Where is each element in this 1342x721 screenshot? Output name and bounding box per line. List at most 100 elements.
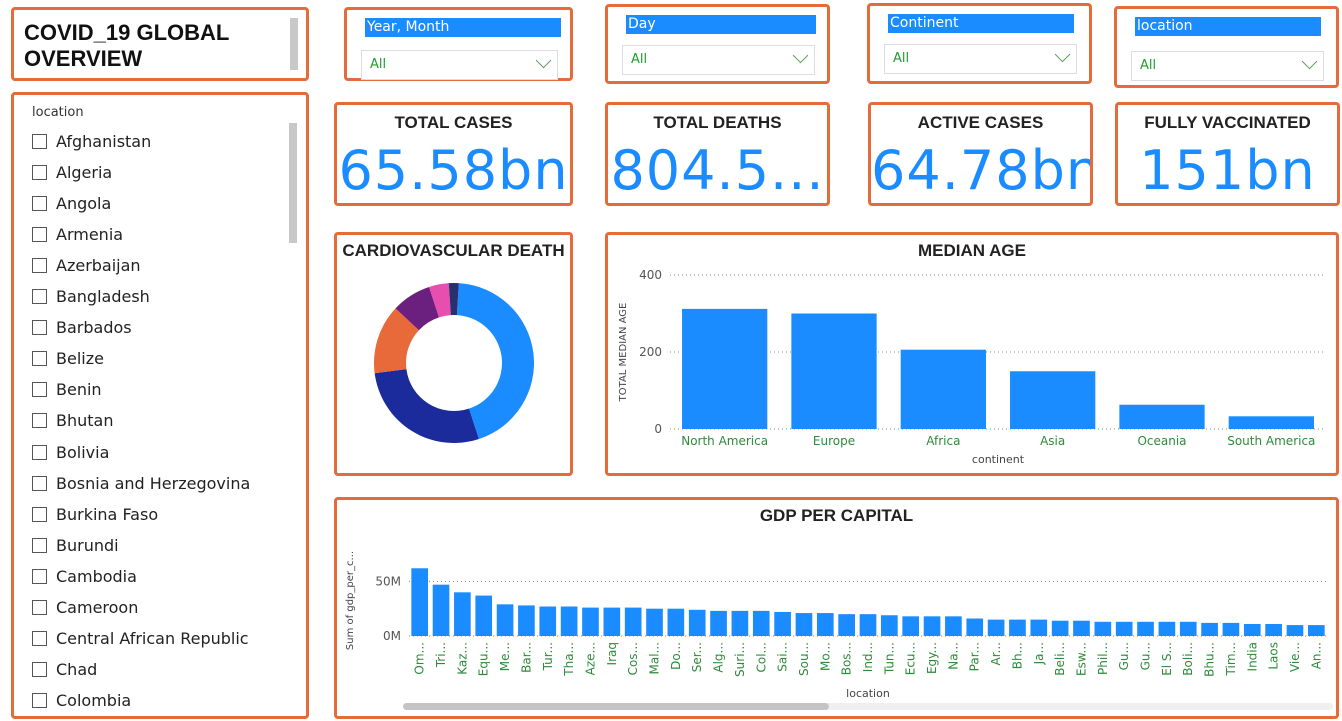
x-tick-label: Sai... — [776, 642, 790, 672]
bar — [1010, 371, 1096, 429]
location-list-item[interactable]: Cambodia — [32, 564, 137, 588]
location-list-item[interactable]: Afghanistan — [32, 129, 151, 153]
slicer-dropdown[interactable]: All — [884, 44, 1077, 74]
checkbox[interactable] — [32, 693, 47, 709]
slicer-header: location — [1135, 17, 1321, 36]
location-list-item[interactable]: Bosnia and Herzegovina — [32, 471, 250, 495]
checkbox[interactable] — [32, 662, 47, 678]
location-list-item[interactable]: Bangladesh — [32, 285, 150, 309]
bar — [1119, 404, 1205, 429]
checkbox[interactable] — [32, 631, 47, 647]
checkbox[interactable] — [32, 289, 47, 304]
location-list-item[interactable]: Armenia — [32, 222, 123, 246]
x-tick-label: Beli... — [1053, 642, 1067, 676]
location-list-item[interactable]: Burkina Faso — [32, 502, 158, 526]
bar — [1051, 620, 1069, 636]
x-tick-label: Oceania — [1137, 434, 1186, 448]
slicer-day[interactable]: Day All — [605, 4, 830, 84]
slicer-dropdown[interactable]: All — [1131, 51, 1324, 81]
gdp-per-capita-chart: GDP PER CAPITAL 0M 50M Om... Tri... Kaz... Eq… — [334, 497, 1339, 719]
x-tick-label: Egy... — [925, 642, 939, 674]
location-list-item[interactable]: Chad — [32, 658, 97, 682]
checkbox[interactable] — [32, 257, 47, 273]
slicer-year-month[interactable]: Year, Month All — [344, 7, 573, 81]
median-age-chart: MEDIAN AGE 0 200 400 North America Europe Afr… — [605, 232, 1339, 476]
checkbox[interactable] — [32, 195, 47, 211]
x-tick-label: Tur... — [541, 642, 555, 671]
location-list-item[interactable]: Colombia — [32, 689, 131, 713]
location-name: Colombia — [56, 691, 132, 711]
bar — [1222, 622, 1240, 636]
location-list-scrollbar[interactable] — [289, 123, 297, 243]
slicer-value: All — [893, 51, 910, 66]
x-tick-label: Sou... — [797, 642, 811, 676]
x-tick-label: Gu... — [1139, 642, 1153, 670]
bar — [624, 607, 642, 636]
y-tick-label: 200 — [639, 345, 662, 359]
location-name: Central African Republic — [56, 629, 249, 649]
bar — [539, 606, 557, 636]
x-tick-label: Iraq — [605, 642, 619, 665]
location-list-item[interactable]: Belize — [32, 347, 104, 371]
checkbox[interactable] — [32, 475, 47, 491]
location-list-item[interactable]: Benin — [32, 378, 102, 402]
location-list-item[interactable]: Angola — [32, 191, 111, 215]
x-tick-label: Na... — [946, 642, 960, 670]
bar — [682, 308, 768, 429]
y-tick-label: 50M — [375, 574, 401, 588]
slicer-value: All — [370, 57, 387, 72]
checkbox[interactable] — [32, 351, 47, 367]
location-list-item[interactable]: Bhutan — [32, 409, 113, 433]
checkbox[interactable] — [32, 444, 47, 460]
checkbox[interactable] — [32, 413, 47, 429]
location-list-item[interactable]: Azerbaijan — [32, 253, 141, 277]
slicer-value: All — [631, 52, 648, 67]
location-name: Cambodia — [56, 566, 137, 586]
bar — [518, 605, 535, 636]
title-scrollbar[interactable] — [290, 18, 298, 70]
bar — [795, 613, 813, 636]
location-list-item[interactable]: Algeria — [32, 160, 112, 184]
checkbox[interactable] — [32, 164, 47, 180]
checkbox[interactable] — [32, 537, 47, 553]
location-name: Belize — [56, 349, 104, 369]
bar — [1158, 621, 1176, 636]
kpi-value: 804.5... — [610, 139, 825, 202]
location-name: Cameroon — [56, 598, 139, 617]
slicer-dropdown[interactable]: All — [361, 50, 558, 80]
location-list-slicer[interactable]: location Afghanistan Algeria Angola Armenia… — [11, 92, 309, 719]
x-tick-label: South America — [1227, 434, 1315, 448]
bar — [603, 607, 621, 636]
slicer-location[interactable]: location All — [1114, 6, 1339, 88]
kpi-label: ACTIVE CASES — [917, 113, 1044, 132]
x-tick-label: Vie... — [1288, 642, 1302, 672]
x-tick-label: Bos... — [840, 642, 854, 675]
slicer-value: All — [1140, 58, 1157, 73]
checkbox[interactable] — [32, 568, 47, 584]
checkbox[interactable] — [32, 133, 47, 149]
slicer-continent[interactable]: Continent All — [867, 3, 1092, 84]
checkbox[interactable] — [32, 600, 47, 615]
x-tick-label: Laos — [1267, 642, 1281, 670]
checkbox[interactable] — [32, 506, 47, 522]
slicer-dropdown[interactable]: All — [622, 45, 815, 75]
x-tick-label: Par... — [968, 642, 982, 671]
checkbox[interactable] — [32, 320, 47, 336]
x-tick-label: Bh... — [1010, 642, 1024, 669]
location-list-item[interactable]: Cameroon — [32, 596, 138, 620]
bar — [667, 608, 685, 636]
checkbox[interactable] — [32, 382, 47, 398]
kpi-fully-vaccinated: FULLY VACCINATED 151bn — [1115, 102, 1340, 206]
x-tick-label: Ar... — [989, 642, 1003, 665]
location-list-item[interactable]: Burundi — [32, 533, 119, 557]
location-list-item[interactable]: Bolivia — [32, 440, 109, 464]
x-tick-label: Ja... — [1032, 642, 1046, 665]
scrollbar-thumb[interactable] — [403, 703, 829, 710]
checkbox[interactable] — [32, 226, 47, 242]
location-name: Bhutan — [56, 411, 114, 431]
bar — [1201, 622, 1218, 636]
x-tick-label: An... — [1309, 642, 1323, 669]
location-list-item[interactable]: Barbados — [32, 316, 132, 340]
chevron-down-icon — [1301, 53, 1318, 70]
location-list-item[interactable]: Central African Republic — [32, 627, 249, 651]
